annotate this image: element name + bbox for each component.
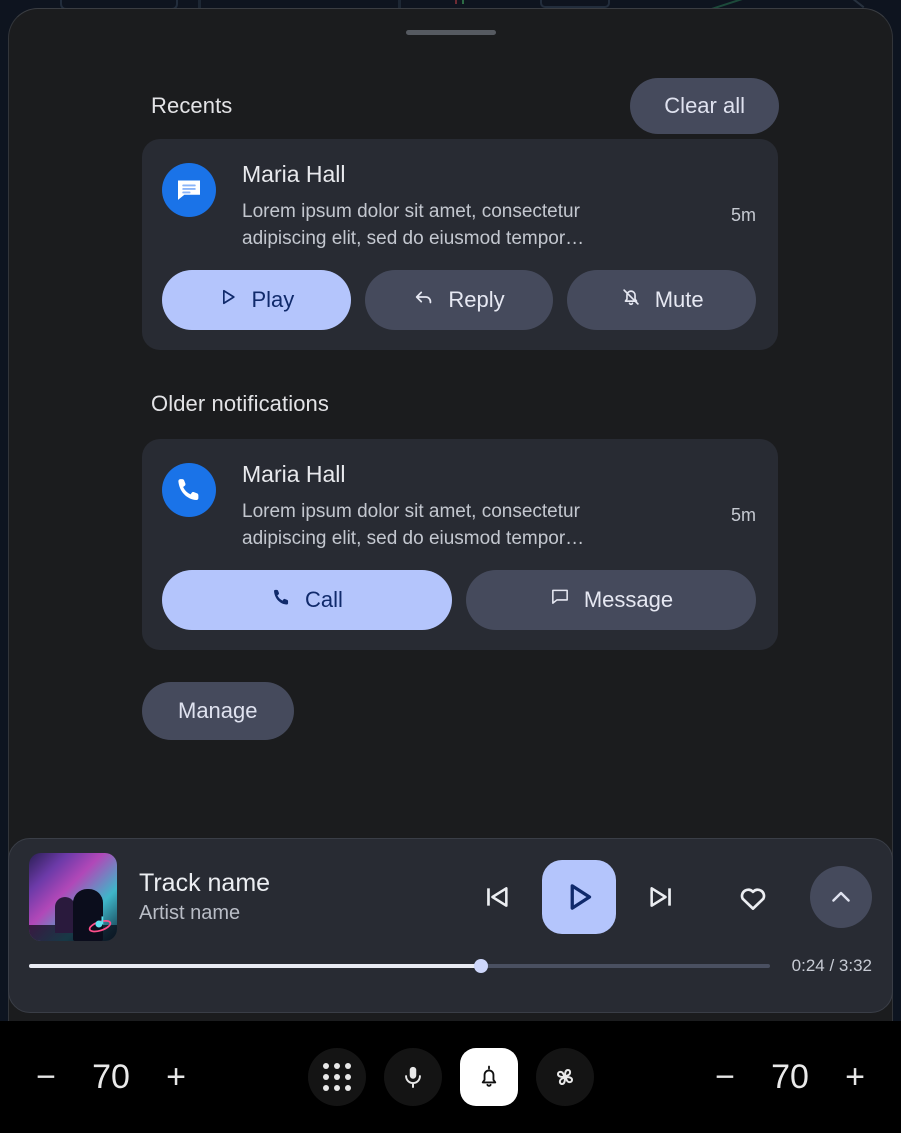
climate-fan-icon[interactable]: [535, 1048, 594, 1106]
media-progress-row: 0:24 / 3:32: [9, 956, 892, 976]
track-name: Track name: [139, 869, 271, 897]
panel-drag-handle[interactable]: [405, 30, 496, 35]
left-volume-control: − 70 +: [22, 1053, 242, 1101]
play-pause-button[interactable]: [542, 859, 616, 934]
skip-next-icon[interactable]: [630, 866, 692, 928]
reply-icon: [413, 286, 435, 314]
notification-time-wrap: 5m: [719, 159, 756, 228]
microphone-icon[interactable]: [383, 1048, 442, 1106]
call-action-label: Call: [305, 587, 343, 612]
message-icon: [549, 586, 571, 614]
play-action-label: Play: [251, 287, 295, 312]
notification-time: 5m: [730, 505, 756, 525]
phone-icon: [271, 587, 292, 614]
notification-text-block: Maria Hall Lorem ipsum dolor sit amet, c…: [242, 459, 719, 552]
album-art-logo: [88, 915, 112, 932]
notification-header: Maria Hall Lorem ipsum dolor sit amet, c…: [162, 159, 756, 252]
right-volume-increase-button[interactable]: +: [831, 1053, 879, 1101]
media-progress-slider[interactable]: [29, 959, 770, 973]
notification-text-block: Maria Hall Lorem ipsum dolor sit amet, c…: [242, 159, 719, 252]
notification-card-recents[interactable]: Maria Hall Lorem ipsum dolor sit amet, c…: [142, 139, 778, 350]
media-metadata: Track name Artist name: [139, 868, 466, 925]
older-notifications-title: Older notifications: [151, 391, 329, 416]
right-volume-decrease-button[interactable]: −: [701, 1053, 749, 1101]
notification-actions: Play Reply Mute: [162, 270, 757, 330]
notification-body: Lorem ipsum dolor sit amet, consectetur …: [242, 201, 585, 249]
skip-previous-icon[interactable]: [466, 866, 528, 928]
message-action-button[interactable]: Message: [466, 570, 756, 630]
map-shape: [540, 0, 610, 8]
mute-action-button[interactable]: Mute: [567, 270, 757, 330]
play-icon: [218, 287, 238, 313]
map-shape: [455, 0, 457, 4]
manage-button[interactable]: Manage: [142, 682, 294, 740]
left-volume-increase-button[interactable]: +: [152, 1053, 200, 1101]
recents-header: Recents Clear all: [151, 78, 779, 134]
album-art: [29, 852, 117, 941]
reply-action-label: Reply: [448, 287, 505, 312]
app-grid-icon[interactable]: [307, 1048, 366, 1106]
system-bar: − 70 + − 70 +: [0, 1021, 901, 1133]
album-art-figure: [55, 896, 75, 933]
notification-actions: Call Message: [162, 570, 756, 630]
clear-all-button[interactable]: Clear all: [630, 78, 779, 134]
reply-action-button[interactable]: Reply: [364, 270, 554, 330]
notification-body: Lorem ipsum dolor sit amet, consectetur …: [242, 501, 585, 549]
messages-icon: [162, 163, 216, 217]
right-volume-value: 70: [771, 1057, 809, 1096]
call-action-button[interactable]: Call: [162, 570, 452, 630]
notification-sender: Maria Hall: [242, 161, 346, 187]
left-volume-value: 70: [92, 1057, 130, 1096]
recents-title: Recents: [151, 93, 233, 118]
map-shape: [462, 0, 464, 4]
notification-sender: Maria Hall: [242, 461, 346, 487]
message-action-label: Message: [583, 587, 674, 612]
media-progress-thumb[interactable]: [473, 959, 488, 973]
screen-root: Recents Clear all Maria Hall Lorem ipsum…: [0, 0, 901, 1133]
media-player: Track name Artist name 0:24 / 3:32: [8, 838, 893, 1013]
heart-icon[interactable]: [720, 864, 786, 930]
bell-off-icon: [620, 286, 642, 314]
mute-action-label: Mute: [654, 287, 704, 312]
notification-time-wrap: 5m: [719, 459, 756, 528]
left-volume-decrease-button[interactable]: −: [22, 1053, 70, 1101]
notification-card-older[interactable]: Maria Hall Lorem ipsum dolor sit amet, c…: [142, 439, 778, 650]
app-grid-dots: [322, 1063, 351, 1091]
notifications-bell-icon[interactable]: [459, 1048, 518, 1106]
notification-time: 5m: [730, 205, 756, 225]
right-volume-control: − 70 +: [659, 1053, 879, 1101]
system-bar-center-icons: [307, 1048, 594, 1106]
map-shape: [831, 0, 865, 9]
media-progress-fill: [29, 964, 481, 968]
older-notifications-header: Older notifications: [151, 391, 779, 417]
chevron-up-icon[interactable]: [810, 865, 872, 928]
play-action-button[interactable]: Play: [162, 270, 351, 330]
media-player-row: Track name Artist name: [9, 839, 892, 954]
phone-icon: [162, 463, 216, 517]
media-controls: [466, 859, 872, 934]
media-time-label: 0:24 / 3:32: [791, 956, 872, 975]
notification-header: Maria Hall Lorem ipsum dolor sit amet, c…: [162, 459, 756, 552]
artist-name: Artist name: [139, 902, 241, 924]
